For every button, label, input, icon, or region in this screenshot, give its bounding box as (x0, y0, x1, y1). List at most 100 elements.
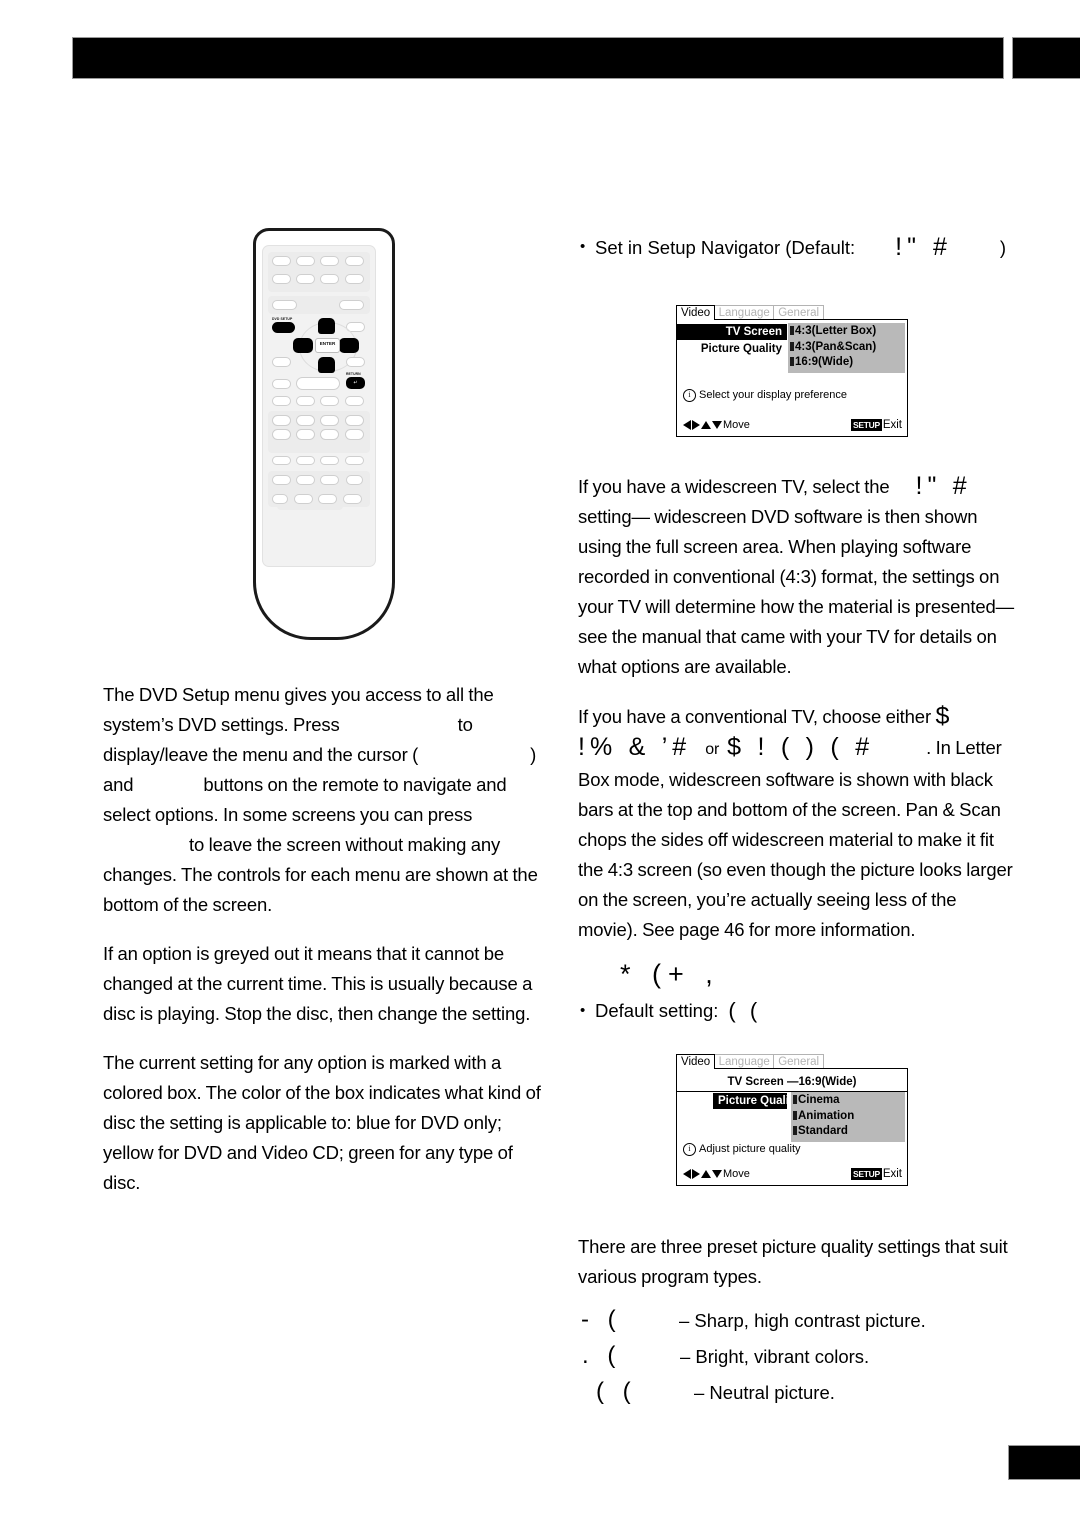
list-item: - ( – Sharp, high contrast picture. (578, 1302, 1020, 1338)
header-black-bar-right (1012, 37, 1080, 79)
osd-option-label: Standard (798, 1125, 848, 1137)
remote-number-button[interactable] (272, 429, 291, 440)
remote-button[interactable] (272, 396, 291, 406)
remote-button[interactable] (345, 396, 364, 406)
garbled-glyph-standard: ( ( (728, 998, 762, 1023)
remote-button[interactable] (272, 300, 297, 310)
remote-button[interactable] (272, 274, 291, 284)
list-item-description: – Sharp, high contrast picture. (679, 1310, 926, 1331)
osd-option-item[interactable]: Animation (793, 1109, 902, 1125)
remote-button[interactable] (345, 274, 364, 284)
osd-option-item[interactable]: 16:9(Wide) (790, 355, 902, 371)
dvd-setup-label: DVD SETUP (272, 317, 293, 321)
return-glyph-icon: ↵ (353, 380, 358, 386)
osd-tab-general[interactable]: General (773, 305, 825, 320)
remote-number-button[interactable] (345, 415, 364, 426)
section-heading-picture-quality: * (+ , (620, 959, 720, 989)
osd-row-picture-quality[interactable]: Picture Quality (713, 1093, 799, 1109)
return-button[interactable]: ↵ (346, 377, 365, 389)
dvd-setup-button[interactable] (272, 322, 295, 333)
osd-tab-general[interactable]: General (773, 1054, 825, 1069)
setup-key-badge[interactable]: SETUP (850, 1168, 882, 1180)
remote-button[interactable] (320, 396, 339, 406)
remote-number-button[interactable] (272, 415, 291, 426)
remote-number-button[interactable] (320, 415, 339, 426)
remote-button[interactable] (318, 494, 337, 504)
garbled-term-standard: ( ( (596, 1378, 637, 1405)
remote-transport-button[interactable] (272, 456, 291, 465)
remote-transport-button[interactable] (296, 456, 315, 465)
osd-exit-label: Exit (882, 419, 902, 431)
remote-button[interactable] (320, 256, 339, 266)
osd-tab-language[interactable]: Language (713, 305, 775, 320)
remote-button[interactable] (272, 357, 291, 367)
remote-transport-button[interactable] (320, 456, 339, 465)
osd-tab-video[interactable]: Video (676, 305, 716, 320)
garbled-glyph-panscan: $ ! ( ) ( # (727, 733, 875, 761)
enter-button[interactable]: ENTER (315, 338, 340, 353)
osd-option-item[interactable]: 4:3(Pan&Scan) (790, 340, 902, 356)
arrow-up-icon (701, 1170, 711, 1178)
conjunction-or: or (705, 741, 720, 758)
osd-row-picture-quality[interactable]: Picture Quality (677, 341, 787, 357)
garbled-glyph-a: $ (935, 702, 955, 730)
paragraph-colored-box: The current setting for any option is ma… (103, 1052, 541, 1193)
remote-number-button[interactable] (296, 429, 315, 440)
remote-transport-button[interactable] (345, 456, 364, 465)
text-run: The DVD Setup menu gives you access to a… (103, 684, 494, 735)
remote-control-illustration: DVD SETUP ENTER RETURN ↵ (253, 228, 395, 640)
osd-option-list: Cinema Animation Standard (791, 1092, 905, 1142)
remote-button[interactable] (296, 475, 315, 485)
cursor-right-button[interactable] (339, 338, 359, 353)
arrow-down-icon (712, 1170, 722, 1178)
osd-option-item[interactable]: Cinema (793, 1093, 902, 1109)
cursor-left-button[interactable] (293, 338, 313, 353)
remote-button[interactable] (346, 475, 363, 485)
header-black-bar (72, 37, 1004, 79)
remote-button[interactable] (343, 494, 362, 504)
text-run: buttons on the remote to navigate and se… (103, 774, 507, 825)
remote-button[interactable] (320, 274, 339, 284)
remote-button[interactable] (272, 379, 291, 389)
garbled-glyph-letterbox: !% & ’# (578, 733, 692, 761)
remote-number-button[interactable] (320, 429, 339, 440)
osd-row-tv-screen-value[interactable]: TV Screen —16:9(Wide) (677, 1074, 907, 1090)
list-item-description: – Neutral picture. (694, 1382, 835, 1403)
remote-button[interactable] (346, 357, 365, 367)
arrow-left-icon (683, 1169, 691, 1179)
text-run: . In Letter Box mode, widescreen softwar… (578, 737, 1013, 940)
osd-row-tv-screen[interactable]: TV Screen (677, 324, 787, 340)
osd-tab-language[interactable]: Language (713, 1054, 775, 1069)
remote-button-long[interactable] (296, 377, 340, 390)
remote-button[interactable] (294, 494, 313, 504)
osd-option-item[interactable]: Standard (793, 1124, 902, 1140)
osd-screenshot-picture-quality: Video Language General TV Screen —16:9(W… (676, 1052, 908, 1186)
remote-number-button[interactable] (345, 429, 364, 440)
remote-button[interactable] (296, 396, 315, 406)
remote-button[interactable] (272, 494, 288, 504)
paragraph-greyed-out: If an option is greyed out it means that… (103, 943, 533, 1024)
remote-faceplate: DVD SETUP ENTER RETURN ↵ (262, 245, 376, 567)
arrow-down-icon (712, 421, 722, 429)
osd-footer: Move SETUP Exit (683, 1168, 902, 1180)
option-marker-icon (790, 341, 794, 351)
osd-option-label: 4:3(Pan&Scan) (795, 340, 877, 353)
osd-option-label: Animation (798, 1109, 855, 1122)
remote-button[interactable] (272, 475, 291, 485)
remote-button[interactable] (320, 475, 339, 485)
remote-button[interactable] (296, 256, 315, 266)
remote-button[interactable] (339, 300, 364, 310)
remote-number-button[interactable] (296, 415, 315, 426)
osd-move-label: Move (723, 419, 750, 431)
setup-key-badge[interactable]: SETUP (850, 419, 882, 431)
osd-tab-video[interactable]: Video (676, 1054, 716, 1069)
remote-button[interactable] (272, 256, 291, 266)
remote-button[interactable] (345, 256, 364, 266)
osd-option-item[interactable]: 4:3(Letter Box) (790, 324, 902, 340)
bullet-text: Set in Setup Navigator (Default: (595, 237, 856, 258)
cursor-down-button[interactable] (318, 357, 335, 373)
bullet-default-setting: Default setting: ( ( (578, 996, 1020, 1026)
remote-button[interactable] (296, 274, 315, 284)
cursor-up-button[interactable] (318, 318, 335, 334)
text-run: setting— widescreen DVD software is then… (578, 506, 1015, 677)
